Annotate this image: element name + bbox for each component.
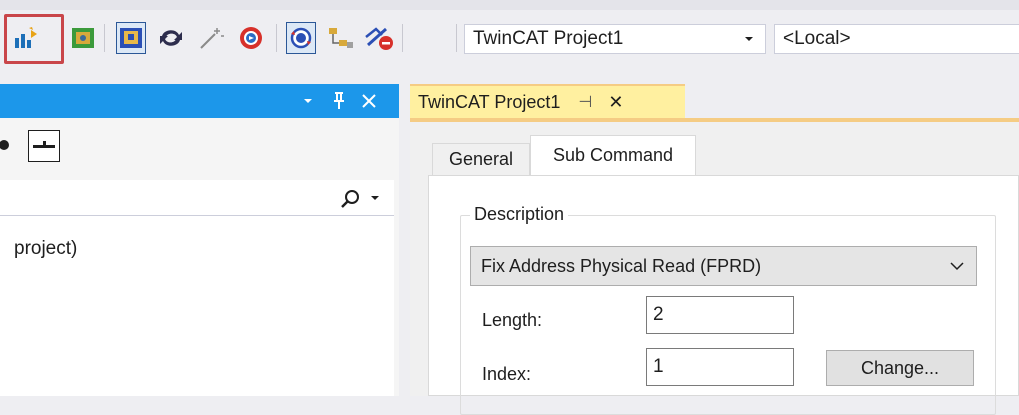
dropdown-icon[interactable]	[302, 96, 314, 106]
toolbar-separator	[402, 24, 403, 52]
pin-tab-icon[interactable]: ⊣	[578, 92, 592, 112]
target-system-value: <Local>	[783, 28, 851, 49]
command-dropdown-value: Fix Address Physical Read (FPRD)	[481, 255, 762, 276]
solution-tree: project)	[0, 216, 394, 396]
settings-icon[interactable]	[0, 138, 14, 152]
activate-config-icon[interactable]	[116, 22, 146, 54]
collapse-all-button[interactable]	[28, 130, 60, 162]
tree-item-solution[interactable]: project)	[14, 238, 77, 260]
chevron-down-icon[interactable]	[370, 194, 380, 202]
chevron-down-icon	[950, 262, 964, 271]
toolbar-separator	[276, 24, 277, 52]
command-dropdown[interactable]: Fix Address Physical Read (FPRD)	[470, 246, 977, 286]
project-selector-value: TwinCAT Project1	[473, 28, 624, 49]
length-label: Length:	[482, 310, 543, 330]
chevron-down-icon	[745, 37, 753, 41]
toolbar-separator	[104, 24, 105, 52]
close-tab-icon[interactable]: ✕	[608, 92, 623, 113]
description-group-label: Description	[470, 204, 569, 225]
tab-general[interactable]: General	[432, 143, 530, 175]
config-mode-icon[interactable]	[236, 22, 266, 54]
solution-search-box[interactable]	[0, 180, 394, 216]
plc-module-icon[interactable]	[68, 22, 98, 54]
restart-icon[interactable]	[156, 22, 186, 54]
document-tab[interactable]: TwinCAT Project1 ⊣ ✕	[410, 84, 685, 118]
document-tab-title: TwinCAT Project1	[418, 91, 561, 112]
index-input[interactable]: 1	[646, 348, 794, 386]
show-online-data-icon[interactable]	[326, 22, 356, 54]
highlight-box	[4, 14, 64, 64]
solution-panel-toolbar	[0, 118, 399, 178]
solution-panel-header	[0, 84, 399, 118]
toolbar-top-strip	[0, 0, 1019, 10]
project-selector[interactable]: TwinCAT Project1	[464, 24, 766, 54]
disable-link-icon[interactable]	[364, 22, 394, 54]
pin-icon[interactable]	[332, 91, 346, 111]
collapse-icon	[33, 141, 55, 148]
toolbar-separator	[456, 24, 457, 52]
search-icon	[341, 190, 359, 208]
toggle-free-run-icon[interactable]	[286, 22, 316, 54]
tab-sub-command[interactable]: Sub Command	[530, 135, 696, 175]
change-button[interactable]: Change...	[826, 350, 974, 386]
close-icon[interactable]	[361, 93, 377, 109]
length-input[interactable]: 2	[646, 296, 794, 334]
index-label: Index:	[482, 364, 532, 384]
scan-wand-icon[interactable]	[196, 22, 226, 54]
target-system-selector[interactable]: <Local>	[774, 24, 1019, 54]
panel-splitter[interactable]	[399, 84, 409, 396]
